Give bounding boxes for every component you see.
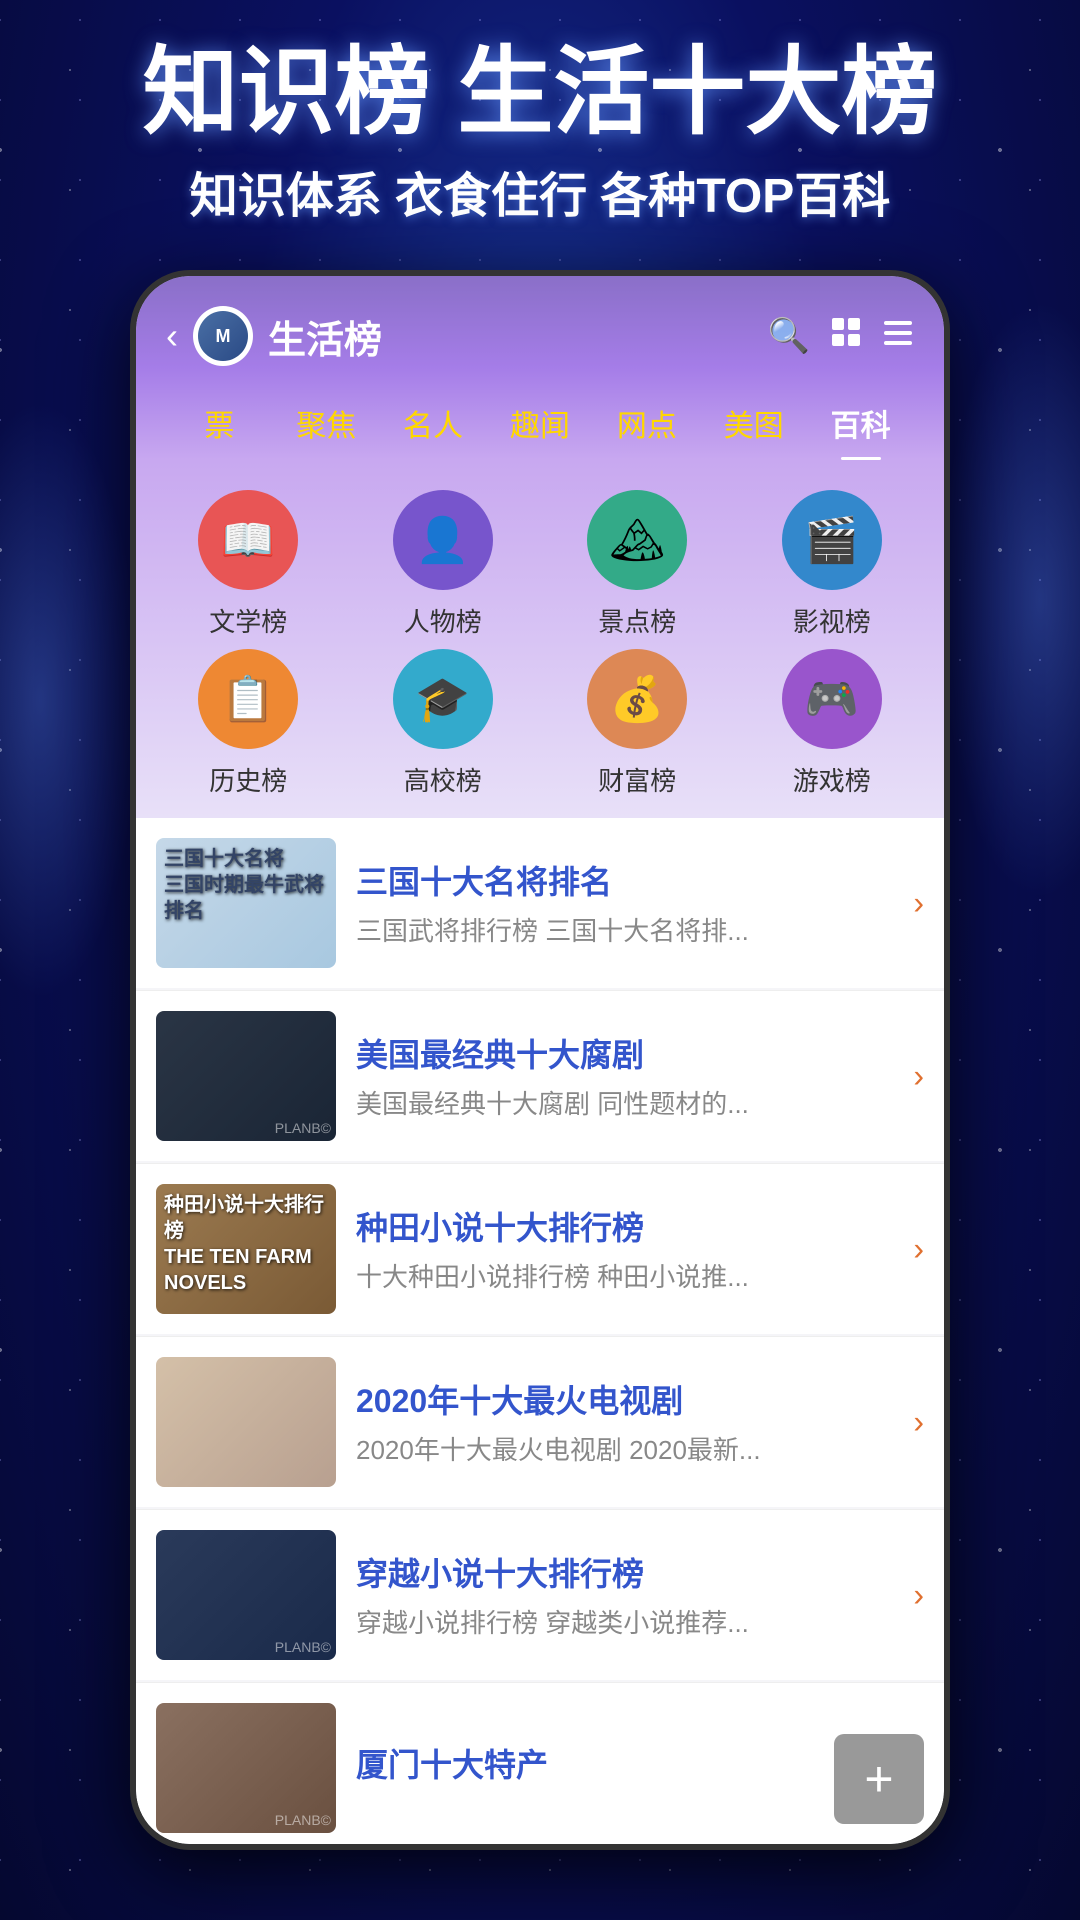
category-icon-7: 🎮: [782, 649, 882, 749]
list-title-1: 美国最经典十大腐剧: [356, 1030, 884, 1076]
list-title-2: 种田小说十大排行榜: [356, 1203, 884, 1249]
list-thumbnail-0: 三国十大名将 三国时期最牛武将排名: [156, 838, 336, 968]
list-title-4: 穿越小说十大排行榜: [356, 1549, 884, 1595]
category-label-7: 游戏榜: [793, 761, 871, 798]
header-title: 生活榜: [268, 309, 382, 364]
category-icon-3: 🎬: [782, 490, 882, 590]
list-arrow-2: ›: [913, 1231, 924, 1268]
list-title-3: 2020年十大最火电视剧: [356, 1376, 884, 1422]
list-thumbnail-2: 种田小说十大排行榜 THE TEN FARM NOVELS: [156, 1184, 336, 1314]
category-item-7[interactable]: 🎮 游戏榜: [740, 649, 925, 798]
category-icon-4: 📋: [198, 649, 298, 749]
list-arrow-1: ›: [913, 1058, 924, 1095]
header-top: ‹ M 生活榜 🔍: [166, 306, 914, 366]
category-label-5: 高校榜: [404, 761, 482, 798]
grid-view-icon[interactable]: [830, 316, 862, 357]
bg-glow-left: [0, 400, 140, 1000]
back-button[interactable]: ‹: [166, 315, 178, 357]
list-desc-1: 美国最经典十大腐剧 同性题材的...: [356, 1086, 884, 1122]
tab-meitu[interactable]: 美图: [700, 386, 807, 460]
category-label-0: 文学榜: [209, 602, 287, 639]
list-thumbnail-3: [156, 1357, 336, 1487]
category-icon-2: 🏔: [587, 490, 687, 590]
header-right: 🔍: [768, 316, 914, 357]
list-desc-0: 三国武将排行榜 三国十大名将排...: [356, 913, 884, 949]
list-title-0: 三国十大名将排名: [356, 857, 884, 903]
category-label-3: 影视榜: [793, 602, 871, 639]
list-thumbnail-1: PLANB©: [156, 1011, 336, 1141]
search-icon[interactable]: 🔍: [768, 316, 810, 356]
category-label-2: 景点榜: [598, 602, 676, 639]
list-item[interactable]: PLANB©美国最经典十大腐剧美国最经典十大腐剧 同性题材的...›: [136, 991, 944, 1161]
list-desc-3: 2020年十大最火电视剧 2020最新...: [356, 1432, 884, 1468]
list-item[interactable]: 种田小说十大排行榜 THE TEN FARM NOVELS种田小说十大排行榜十大…: [136, 1164, 944, 1334]
list-item[interactable]: PLANB©厦门十大特产›: [136, 1683, 944, 1844]
list-item[interactable]: PLANB©穿越小说十大排行榜穿越小说排行榜 穿越类小说推荐...›: [136, 1510, 944, 1680]
category-icon-1: 👤: [393, 490, 493, 590]
tab-baike[interactable]: 百科: [807, 386, 914, 460]
phone-screen: ‹ M 生活榜 🔍: [136, 276, 944, 1844]
list-content-2: 种田小说十大排行榜十大种田小说排行榜 种田小说推...: [356, 1203, 924, 1295]
app-header: ‹ M 生活榜 🔍: [136, 276, 944, 460]
hero-section: 知识榜 生活十大榜 知识体系 衣食住行 各种TOP百科: [0, 40, 1080, 226]
category-icon-0: 📖: [198, 490, 298, 590]
list-item[interactable]: 三国十大名将 三国时期最牛武将排名三国十大名将排名三国武将排行榜 三国十大名将排…: [136, 818, 944, 988]
list-title-5: 厦门十大特产: [356, 1740, 884, 1786]
category-label-4: 历史榜: [209, 761, 287, 798]
phone-frame: ‹ M 生活榜 🔍: [130, 270, 950, 1850]
tab-piao[interactable]: 票: [166, 386, 273, 460]
category-grid: 📖 文学榜 👤 人物榜 🏔 景点榜 🎬 影视榜 📋 历史榜 🎓 高校榜 💰 财富榜 🎮 游戏榜: [136, 460, 944, 818]
tabs-row: 票 聚焦 名人 趣闻 网点 美图 百科: [166, 386, 914, 460]
list-thumbnail-5: PLANB©: [156, 1703, 336, 1833]
category-item-5[interactable]: 🎓 高校榜: [351, 649, 536, 798]
tab-quwen[interactable]: 趣闻: [487, 386, 594, 460]
category-label-6: 财富榜: [598, 761, 676, 798]
list-item[interactable]: 2020年十大最火电视剧 2020年十大最火电视剧 2020最新... ›: [136, 1337, 944, 1507]
header-left: ‹ M 生活榜: [166, 306, 382, 366]
category-item-6[interactable]: 💰 财富榜: [545, 649, 730, 798]
logo-inner: M: [198, 311, 248, 361]
category-item-1[interactable]: 👤 人物榜: [351, 490, 536, 639]
tab-wangdian[interactable]: 网点: [593, 386, 700, 460]
category-item-3[interactable]: 🎬 影视榜: [740, 490, 925, 639]
list-arrow-0: ›: [913, 885, 924, 922]
app-logo: M: [193, 306, 253, 366]
list-thumbnail-4: PLANB©: [156, 1530, 336, 1660]
tab-mingren[interactable]: 名人: [380, 386, 487, 460]
tab-jujiao[interactable]: 聚焦: [273, 386, 380, 460]
fab-button[interactable]: +: [834, 1734, 924, 1824]
list-desc-4: 穿越小说排行榜 穿越类小说推荐...: [356, 1605, 884, 1641]
logo-text: M: [216, 326, 231, 347]
list-view-icon[interactable]: [882, 317, 914, 356]
category-icon-5: 🎓: [393, 649, 493, 749]
category-label-1: 人物榜: [404, 602, 482, 639]
list-content-0: 三国十大名将排名三国武将排行榜 三国十大名将排...: [356, 857, 924, 949]
list-content-3: 2020年十大最火电视剧 2020年十大最火电视剧 2020最新...: [356, 1376, 924, 1468]
list-content-1: 美国最经典十大腐剧美国最经典十大腐剧 同性题材的...: [356, 1030, 924, 1122]
hero-title: 知识榜 生活十大榜: [0, 40, 1080, 146]
category-item-2[interactable]: 🏔 景点榜: [545, 490, 730, 639]
list-content-4: 穿越小说十大排行榜穿越小说排行榜 穿越类小说推荐...: [356, 1549, 924, 1641]
category-icon-6: 💰: [587, 649, 687, 749]
bg-glow-right: [940, 300, 1080, 900]
category-item-4[interactable]: 📋 历史榜: [156, 649, 341, 798]
list-arrow-4: ›: [913, 1577, 924, 1614]
list-desc-2: 十大种田小说排行榜 种田小说推...: [356, 1259, 884, 1295]
list-area[interactable]: 三国十大名将 三国时期最牛武将排名三国十大名将排名三国武将排行榜 三国十大名将排…: [136, 818, 944, 1844]
hero-subtitle: 知识体系 衣食住行 各种TOP百科: [0, 156, 1080, 226]
category-item-0[interactable]: 📖 文学榜: [156, 490, 341, 639]
list-arrow-3: ›: [913, 1404, 924, 1441]
